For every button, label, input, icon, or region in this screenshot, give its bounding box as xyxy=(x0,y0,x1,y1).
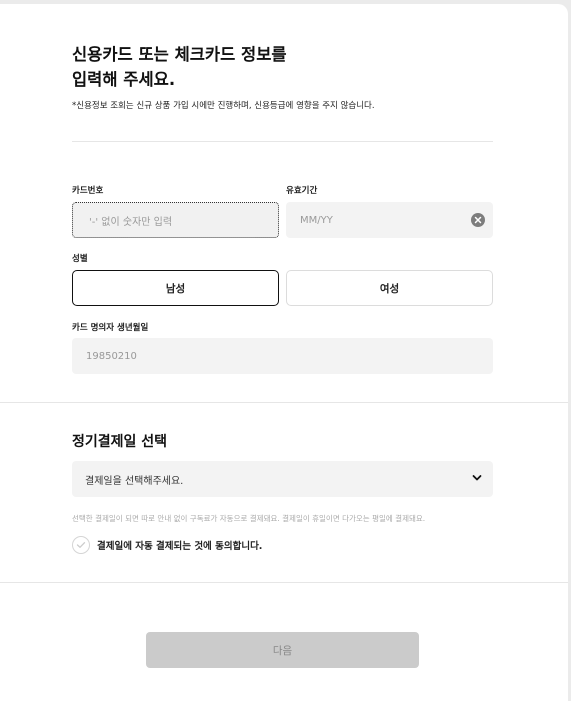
birthdate-label: 카드 명의자 생년월일 xyxy=(72,323,149,333)
divider xyxy=(72,141,493,142)
billing-title: 정기결제일 선택 xyxy=(72,434,168,450)
title-line-2: 입력해 주세요. xyxy=(72,70,176,89)
agree-row[interactable]: 결제일에 자동 결제되는 것에 동의합니다. xyxy=(72,536,262,554)
gender-female-button[interactable]: 여성 xyxy=(286,270,493,306)
next-button[interactable]: 다음 xyxy=(146,632,419,668)
card-number-label: 카드번호 xyxy=(72,186,104,196)
clear-icon[interactable] xyxy=(471,213,485,227)
chevron-down-icon xyxy=(472,474,482,485)
agree-label[interactable]: 결제일에 자동 결제되는 것에 동의합니다. xyxy=(97,538,262,552)
card-number-input[interactable]: '-' 없이 숫자만 입력 xyxy=(72,202,279,238)
section-divider xyxy=(0,402,568,403)
birthdate-placeholder: 19850210 xyxy=(86,350,137,362)
billing-notice: 선택한 결제일이 되면 따로 안내 없이 구독료가 자동으로 결제돼요. 결제일… xyxy=(72,514,426,523)
billing-select-placeholder: 결제일을 선택해주세요. xyxy=(85,475,184,487)
credit-notice: *신용정보 조회는 신규 상품 가입 시에만 진행하며, 신용등급에 영향을 주… xyxy=(72,101,375,111)
expiry-label: 유효기간 xyxy=(286,186,318,196)
billing-day-select[interactable]: 결제일을 선택해주세요. xyxy=(72,461,493,497)
expiry-placeholder: MM/YY xyxy=(300,214,333,226)
footer-divider xyxy=(0,582,568,583)
birthdate-input[interactable]: 19850210 xyxy=(72,338,493,374)
gender-label: 성별 xyxy=(72,254,88,264)
page-title: 신용카드 또는 체크카드 정보를 입력해 주세요. xyxy=(72,42,287,92)
title-line-1: 신용카드 또는 체크카드 정보를 xyxy=(72,45,287,64)
card-number-placeholder: '-' 없이 숫자만 입력 xyxy=(89,216,173,228)
expiry-input[interactable]: MM/YY xyxy=(286,202,493,238)
check-icon[interactable] xyxy=(72,536,90,554)
gender-male-button[interactable]: 남성 xyxy=(72,270,279,306)
